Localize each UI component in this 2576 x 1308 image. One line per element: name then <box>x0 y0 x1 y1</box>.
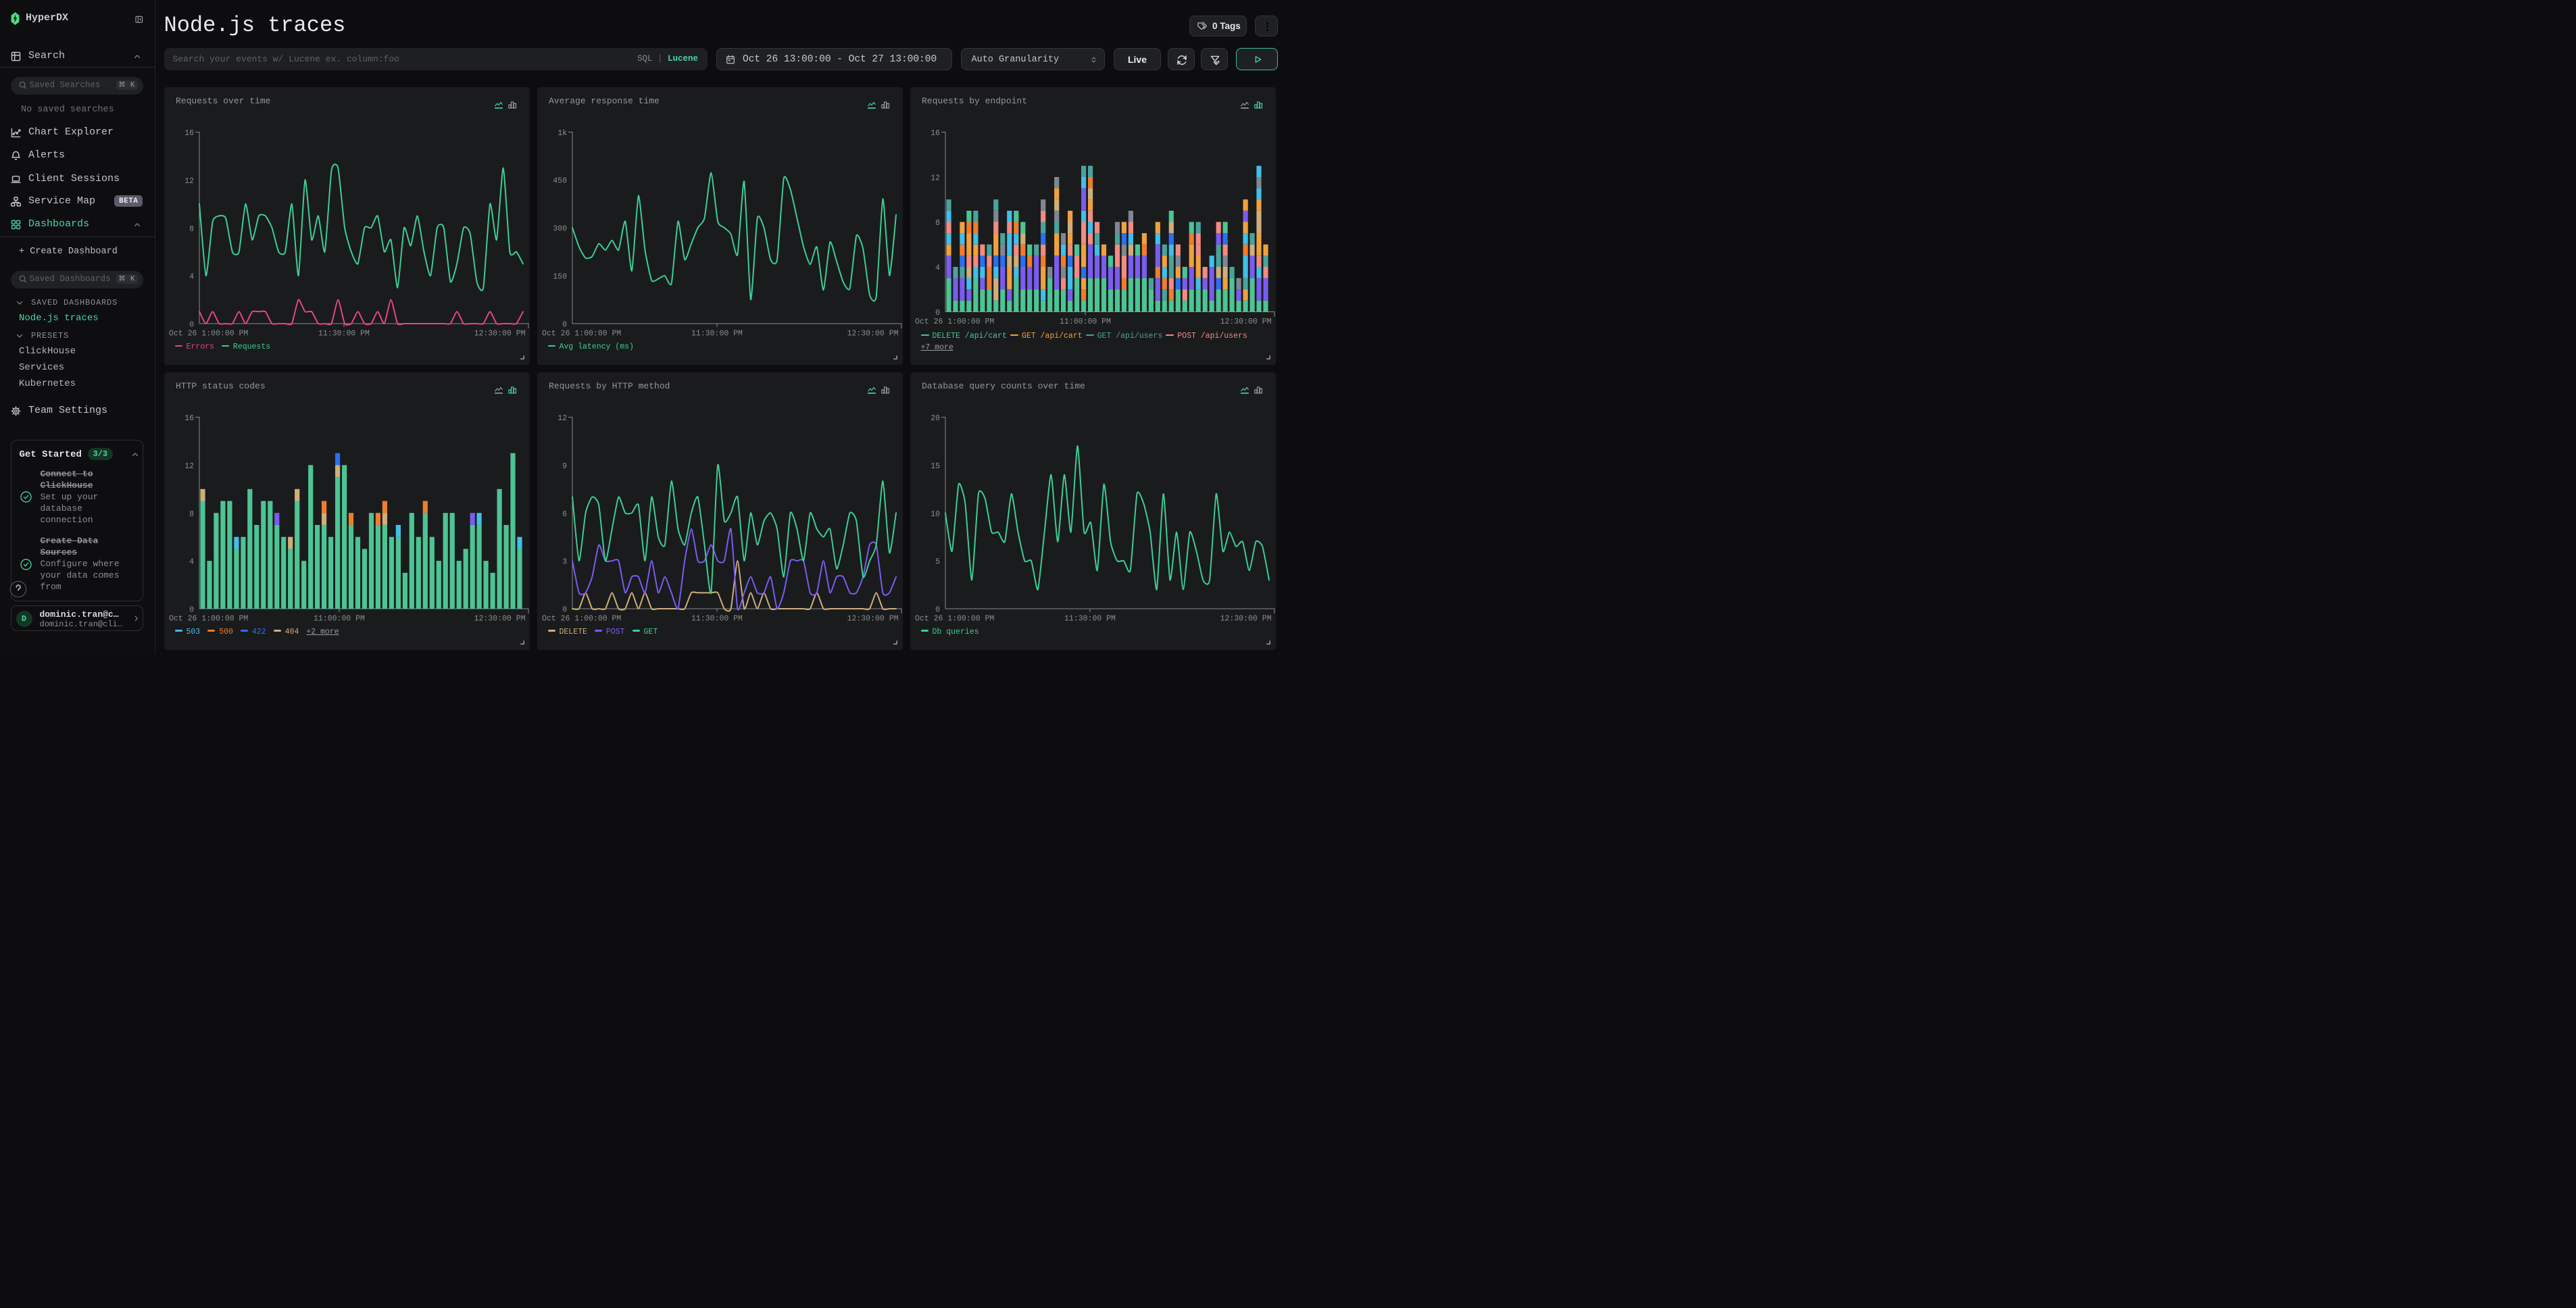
svg-text:0: 0 <box>189 321 194 330</box>
svg-text:Oct 26 1:00:00 PM: Oct 26 1:00:00 PM <box>915 614 994 623</box>
svg-text:Oct 26 1:00:00 PM: Oct 26 1:00:00 PM <box>169 614 248 623</box>
svg-text:12: 12 <box>184 177 194 186</box>
svg-text:4: 4 <box>189 273 194 282</box>
svg-text:0: 0 <box>935 605 940 614</box>
svg-text:3: 3 <box>562 557 567 566</box>
svg-text:5: 5 <box>935 557 940 566</box>
svg-text:6: 6 <box>562 509 567 518</box>
svg-text:4: 4 <box>189 557 194 566</box>
svg-text:11:30:00 PM: 11:30:00 PM <box>1064 614 1116 623</box>
svg-text:16: 16 <box>184 414 194 423</box>
svg-text:12:30:00 PM: 12:30:00 PM <box>474 614 525 623</box>
svg-text:0: 0 <box>562 605 567 614</box>
svg-text:12:30:00 PM: 12:30:00 PM <box>474 330 525 338</box>
svg-text:0: 0 <box>562 321 567 330</box>
svg-text:Oct 26 1:00:00 PM: Oct 26 1:00:00 PM <box>915 318 994 326</box>
svg-text:Oct 26 1:00:00 PM: Oct 26 1:00:00 PM <box>542 330 621 338</box>
svg-text:12:30:00 PM: 12:30:00 PM <box>847 614 898 623</box>
svg-text:10: 10 <box>931 509 940 518</box>
svg-text:9: 9 <box>562 461 567 470</box>
svg-text:1k: 1k <box>558 129 567 138</box>
svg-text:12: 12 <box>931 174 940 183</box>
svg-text:11:00:00 PM: 11:00:00 PM <box>1060 318 1111 326</box>
svg-text:20: 20 <box>931 414 940 423</box>
svg-text:15: 15 <box>931 461 940 470</box>
svg-text:12: 12 <box>184 461 194 470</box>
svg-text:150: 150 <box>553 273 567 282</box>
svg-text:12:30:00 PM: 12:30:00 PM <box>1220 318 1271 326</box>
svg-text:8: 8 <box>935 219 940 228</box>
svg-text:11:30:00 PM: 11:30:00 PM <box>691 614 743 623</box>
svg-text:8: 8 <box>189 225 194 234</box>
svg-text:11:30:00 PM: 11:30:00 PM <box>318 330 370 338</box>
svg-text:Oct 26 1:00:00 PM: Oct 26 1:00:00 PM <box>542 614 621 623</box>
svg-text:8: 8 <box>189 509 194 518</box>
svg-text:Oct 26 1:00:00 PM: Oct 26 1:00:00 PM <box>169 330 248 338</box>
svg-text:12: 12 <box>558 414 567 423</box>
svg-text:450: 450 <box>553 177 567 186</box>
svg-text:16: 16 <box>184 129 194 138</box>
svg-text:16: 16 <box>931 129 940 138</box>
svg-text:300: 300 <box>553 225 567 234</box>
svg-text:11:00:00 PM: 11:00:00 PM <box>314 614 365 623</box>
svg-text:0: 0 <box>189 605 194 614</box>
svg-text:11:30:00 PM: 11:30:00 PM <box>691 330 743 338</box>
svg-text:12:30:00 PM: 12:30:00 PM <box>1220 614 1271 623</box>
svg-text:4: 4 <box>935 264 940 273</box>
svg-text:12:30:00 PM: 12:30:00 PM <box>847 330 898 338</box>
svg-text:0: 0 <box>935 309 940 318</box>
